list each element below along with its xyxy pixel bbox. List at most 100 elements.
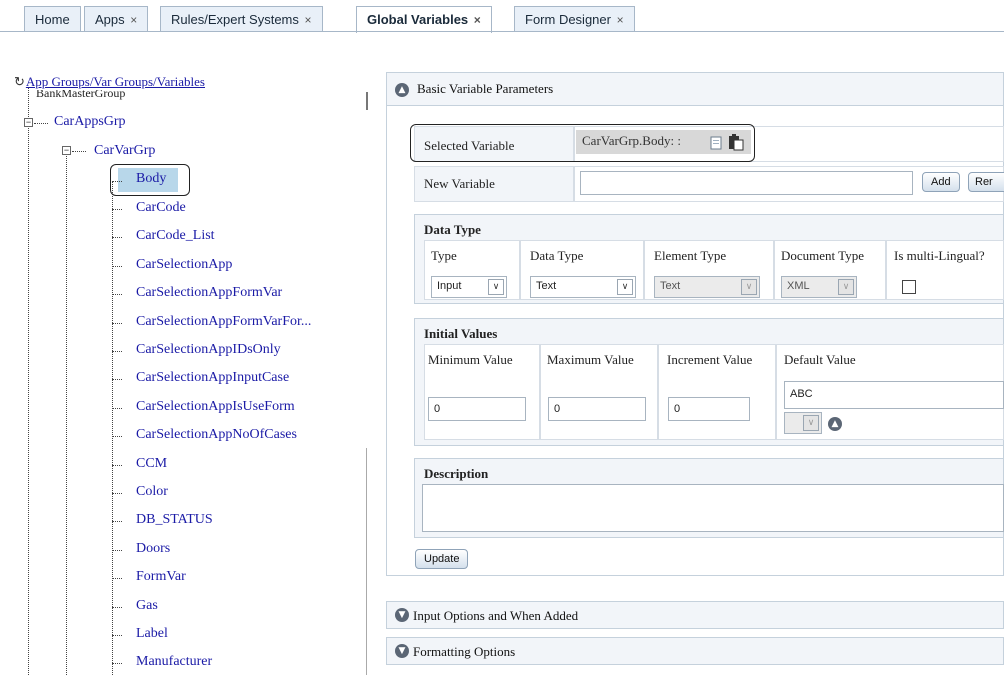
tree-guide: [112, 578, 122, 579]
collapse-up-icon[interactable]: ▲: [395, 83, 409, 97]
chevron-down-icon: ∨: [741, 279, 757, 295]
tree-item[interactable]: Color: [136, 484, 168, 500]
splitter-line: [366, 448, 367, 675]
tree-item[interactable]: CarSelectionAppFormVar: [136, 285, 282, 301]
tree-item[interactable]: CarSelectionAppIDsOnly: [136, 342, 281, 358]
tree-guide: [112, 436, 122, 437]
tree-root-link[interactable]: ↻App Groups/Var Groups/Variables: [14, 74, 205, 90]
input-options-section[interactable]: ▼ Input Options and When Added: [386, 601, 1004, 629]
section-title: Basic Variable Parameters: [417, 81, 554, 96]
tab-underline: [0, 31, 1004, 32]
document-type-select-value: XML: [787, 280, 810, 292]
tab-label: Home: [35, 12, 70, 27]
initial-values-heading: Initial Values: [424, 326, 498, 341]
element-type-select-value: Text: [660, 280, 681, 292]
default-value-select: ∨: [784, 412, 822, 434]
description-textarea[interactable]: [422, 484, 1004, 532]
data-type-select-value: Text: [536, 280, 557, 292]
inc-value-label: Increment Value: [667, 352, 753, 367]
update-button[interactable]: Update: [415, 549, 469, 569]
expand-down-icon[interactable]: ▼: [395, 608, 409, 622]
tree-guide: [112, 181, 122, 182]
max-value-label: Maximum Value: [547, 352, 634, 367]
tree-item[interactable]: Gas: [136, 598, 158, 614]
type-select[interactable]: Input ∨: [431, 276, 507, 298]
tree-item[interactable]: Label: [136, 626, 168, 642]
add-button[interactable]: Add: [922, 172, 960, 192]
new-variable-input[interactable]: [580, 171, 913, 195]
expand-down-icon[interactable]: ▼: [395, 644, 409, 658]
document-icon[interactable]: [710, 136, 722, 150]
multilingual-checkbox[interactable]: [902, 280, 916, 294]
paste-icon[interactable]: [728, 133, 744, 151]
tree-guide: [112, 266, 122, 267]
document-type-select: XML ∨: [781, 276, 857, 298]
tree-item[interactable]: CarCode: [136, 200, 186, 216]
tree-root-label: App Groups/Var Groups/Variables: [25, 74, 205, 89]
tree-guide: [112, 379, 122, 380]
tree-item-carvargrp[interactable]: CarVarGrp: [94, 143, 155, 159]
tree-item[interactable]: CarCode_List: [136, 228, 215, 244]
tree-guide: [34, 123, 48, 124]
tree-guide: [112, 351, 122, 352]
tab-label: Global Variables: [367, 12, 469, 27]
tree-item-bankmastergroup[interactable]: BankMasterGroup: [36, 90, 125, 100]
chevron-down-icon[interactable]: ∨: [488, 279, 504, 295]
tree-item[interactable]: FormVar: [136, 569, 186, 585]
tree-item[interactable]: CarSelectionAppFormVarFor...: [136, 314, 311, 330]
tree-item[interactable]: DB_STATUS: [136, 512, 213, 528]
element-type-column-label: Element Type: [654, 248, 727, 263]
rename-button[interactable]: Rer: [968, 172, 1004, 192]
tree-item[interactable]: Doors: [136, 541, 170, 557]
close-icon[interactable]: ×: [305, 13, 312, 27]
chevron-down-icon: ∨: [803, 415, 819, 431]
splitter-handle[interactable]: [366, 92, 368, 110]
default-value-input[interactable]: ABC: [784, 381, 1004, 409]
data-type-select[interactable]: Text ∨: [530, 276, 636, 298]
close-icon[interactable]: ×: [130, 13, 137, 27]
formatting-options-section[interactable]: ▼ Formatting Options: [386, 637, 1004, 665]
type-select-value: Input: [437, 280, 462, 292]
tree-guide: [112, 521, 122, 522]
tab-form-designer[interactable]: Form Designer ×: [514, 6, 635, 32]
basic-params-header[interactable]: ▲ Basic Variable Parameters: [386, 72, 1004, 106]
section-title: Formatting Options: [413, 644, 516, 659]
tree-item-body[interactable]: Body: [136, 171, 166, 187]
tree-item[interactable]: CarSelectionAppInputCase: [136, 370, 289, 386]
tab-rules-expert-systems[interactable]: Rules/Expert Systems ×: [160, 6, 323, 32]
tree-guide: [112, 493, 122, 494]
tree-item[interactable]: Manufacturer: [136, 654, 212, 670]
tree-item-carappsgrp[interactable]: CarAppsGrp: [54, 114, 126, 130]
collapse-icon[interactable]: −: [62, 146, 71, 155]
tree-item[interactable]: CarSelectionAppNoOfCases: [136, 427, 297, 443]
type-column-label: Type: [431, 248, 457, 263]
tab-global-variables[interactable]: Global Variables ×: [356, 6, 492, 33]
tree-item[interactable]: CCM: [136, 456, 167, 472]
new-variable-label: New Variable: [424, 176, 495, 191]
default-value-label: Default Value: [784, 352, 856, 367]
chevron-down-icon[interactable]: ∨: [617, 279, 633, 295]
max-value-input[interactable]: [548, 397, 646, 421]
tab-home[interactable]: Home: [24, 6, 81, 32]
tree-guide: [66, 156, 67, 675]
selected-variable-text: CarVarGrp.Body: :: [582, 133, 681, 148]
tree-guide: [112, 465, 122, 466]
close-icon[interactable]: ×: [474, 13, 481, 27]
inc-value-input[interactable]: [668, 397, 750, 421]
selected-variable-value: CarVarGrp.Body: :: [576, 130, 751, 154]
tab-label: Form Designer: [525, 12, 611, 27]
tree-item[interactable]: CarSelectionApp: [136, 257, 232, 273]
element-type-select: Text ∨: [654, 276, 760, 298]
min-value-input[interactable]: [428, 397, 526, 421]
document-type-column-label: Document Type: [781, 248, 864, 263]
refresh-icon[interactable]: ↻: [14, 74, 25, 90]
tab-apps[interactable]: Apps ×: [84, 6, 149, 32]
min-value-label: Minimum Value: [428, 352, 513, 367]
tree-guide: [72, 151, 86, 152]
tree-item[interactable]: CarSelectionAppIsUseForm: [136, 399, 295, 415]
close-icon[interactable]: ×: [617, 13, 624, 27]
chevron-down-icon: ∨: [838, 279, 854, 295]
data-type-heading: Data Type: [424, 222, 481, 237]
collapse-icon[interactable]: −: [24, 118, 33, 127]
collapse-up-icon[interactable]: ▲: [828, 417, 842, 431]
